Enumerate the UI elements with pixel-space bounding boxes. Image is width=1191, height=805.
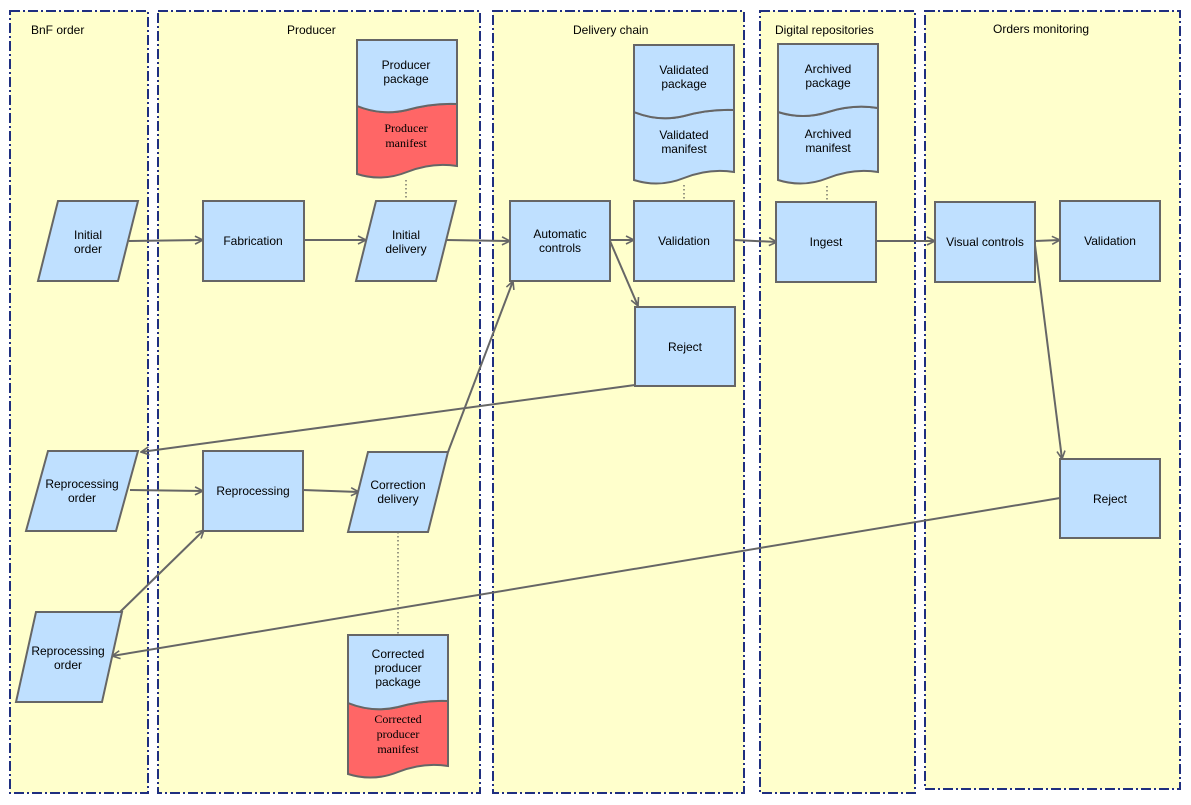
svg-text:manifest: manifest	[377, 742, 419, 756]
svg-text:package: package	[661, 77, 707, 91]
svg-text:Validation: Validation	[658, 234, 710, 248]
node-reject-delivery[interactable]: Reject	[634, 306, 736, 387]
svg-text:Archived: Archived	[805, 127, 852, 141]
svg-text:manifest: manifest	[661, 142, 707, 156]
svg-text:Producer: Producer	[382, 58, 431, 72]
svg-text:Correction: Correction	[370, 478, 425, 492]
node-validation-delivery[interactable]: Validation	[633, 200, 735, 282]
svg-text:producer: producer	[374, 661, 421, 675]
svg-text:controls: controls	[539, 241, 581, 255]
svg-text:Initial: Initial	[74, 228, 102, 242]
svg-text:Automatic: Automatic	[533, 227, 586, 241]
svg-text:manifest: manifest	[805, 141, 851, 155]
workflow-diagram: BnF order Producer Delivery chain Digita…	[9, 10, 1181, 794]
svg-text:Validated: Validated	[659, 63, 708, 77]
svg-text:Corrected: Corrected	[372, 647, 425, 661]
svg-text:order: order	[54, 658, 82, 672]
node-ingest[interactable]: Ingest	[775, 201, 877, 283]
svg-text:package: package	[375, 675, 421, 689]
svg-text:manifest: manifest	[385, 136, 427, 150]
lane-orders-monitoring: Orders monitoring	[924, 10, 1181, 790]
doc-corrected-package-manifest[interactable]: Corrected producer package Corrected pro…	[347, 634, 449, 779]
svg-text:Reject: Reject	[668, 340, 703, 354]
lane-title: Producer	[287, 23, 336, 37]
svg-text:Validated: Validated	[659, 128, 708, 142]
svg-text:producer: producer	[377, 727, 420, 741]
svg-text:Visual controls: Visual controls	[946, 235, 1024, 249]
node-reject-monitoring[interactable]: Reject	[1059, 458, 1161, 539]
svg-text:Ingest: Ingest	[810, 235, 843, 249]
node-visual-controls[interactable]: Visual controls	[934, 201, 1036, 283]
svg-text:Initial: Initial	[392, 228, 420, 242]
svg-text:Archived: Archived	[805, 62, 852, 76]
doc-validated-package-manifest[interactable]: Validated package Validated manifest	[633, 44, 735, 185]
doc-producer-package-manifest[interactable]: Producer package Producer manifest	[356, 39, 458, 179]
svg-text:Producer: Producer	[384, 121, 427, 135]
svg-text:Corrected: Corrected	[374, 712, 421, 726]
node-validation-monitoring[interactable]: Validation	[1059, 200, 1161, 282]
svg-text:Reject: Reject	[1093, 492, 1128, 506]
lane-title: BnF order	[31, 23, 84, 37]
lane-title: Digital repositories	[775, 23, 874, 37]
svg-text:order: order	[74, 242, 102, 256]
node-fabrication[interactable]: Fabrication	[202, 200, 305, 282]
svg-text:Fabrication: Fabrication	[223, 234, 282, 248]
svg-text:delivery: delivery	[385, 242, 426, 256]
svg-text:package: package	[383, 72, 429, 86]
svg-text:package: package	[805, 76, 851, 90]
svg-text:Reprocessing: Reprocessing	[31, 644, 104, 658]
node-reprocessing[interactable]: Reprocessing	[202, 450, 304, 532]
svg-text:delivery: delivery	[377, 492, 418, 506]
svg-text:order: order	[68, 491, 96, 505]
doc-archived-package-manifest[interactable]: Archived package Archived manifest	[777, 43, 879, 185]
lane-title: Orders monitoring	[993, 22, 1089, 36]
svg-text:Validation: Validation	[1084, 234, 1136, 248]
svg-text:Reprocessing: Reprocessing	[45, 477, 118, 491]
node-automatic-controls[interactable]: Automatic controls	[509, 200, 611, 282]
lane-title: Delivery chain	[573, 23, 648, 37]
svg-text:Reprocessing: Reprocessing	[216, 484, 289, 498]
